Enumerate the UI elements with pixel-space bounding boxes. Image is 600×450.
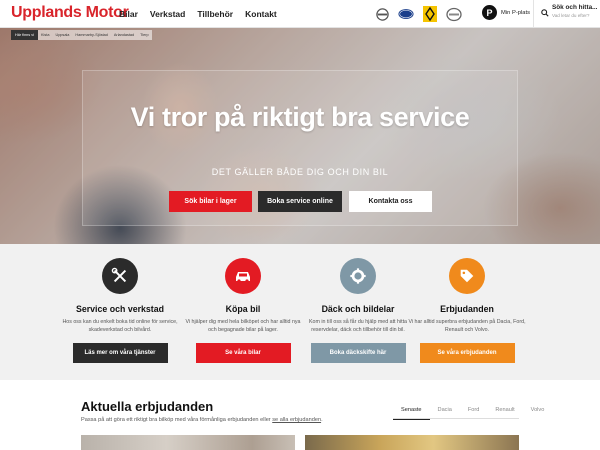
parking-label: Min P-plats: [501, 9, 530, 16]
hero-subtitle-wrap: DET GÄLLER BÅDE DIG OCH DIN BIL: [0, 162, 600, 180]
car-icon: [225, 258, 261, 294]
search-input[interactable]: Vad letar du efter?: [552, 13, 600, 18]
nav-item-verkstad[interactable]: Verkstad: [150, 9, 185, 19]
search-cars-button[interactable]: Sök bilar i lager: [169, 191, 252, 212]
read-services-button[interactable]: Läs mer om våra tjänster: [72, 343, 168, 363]
book-tire-change-button[interactable]: Boka däckskifte här: [310, 343, 406, 363]
price-tag-icon: [449, 258, 485, 294]
offer-image[interactable]: [81, 435, 295, 450]
services-section: Service och verkstad Hos oss kan du enke…: [0, 244, 600, 380]
renault-logo-icon[interactable]: [422, 6, 438, 22]
nav-item-tillbehor[interactable]: Tillbehör: [197, 9, 233, 19]
search-box[interactable]: Sök och hitta... Vad letar du efter?: [533, 0, 600, 28]
main-nav: Bilar Verkstad Tillbehör Kontakt: [119, 9, 289, 19]
offers-title: Aktuella erbjudanden: [81, 399, 214, 414]
location-bar: Här finns vi Kista Uppsala Hammarby-Sjös…: [11, 30, 152, 40]
location-hammarby[interactable]: Hammarby-Sjöstad: [72, 33, 111, 37]
offer-image[interactable]: [305, 435, 519, 450]
offer-tabs: Senaste Dacia Ford Renault Volvo: [393, 405, 552, 420]
tab-dacia[interactable]: Dacia: [430, 405, 460, 420]
nav-item-bilar[interactable]: Bilar: [119, 9, 138, 19]
nav-item-kontakt[interactable]: Kontakt: [245, 9, 277, 19]
service-desc: Hos oss kan du enkelt boka tid online fö…: [62, 319, 178, 333]
parking-icon: P: [482, 5, 497, 20]
tab-volvo[interactable]: Volvo: [523, 405, 553, 420]
site-logo[interactable]: Upplands Motor: [11, 4, 129, 22]
volvo-logo-icon[interactable]: [374, 6, 390, 22]
search-icon: [541, 4, 549, 22]
service-desc: Vi hjälper dig med hela bilköpet och har…: [185, 319, 301, 333]
tab-ford[interactable]: Ford: [460, 405, 488, 420]
location-kista[interactable]: Kista: [38, 33, 52, 37]
hero-banner: Här finns vi Kista Uppsala Hammarby-Sjös…: [0, 28, 600, 244]
service-card-erbjudanden: Erbjudanden Vi har alltid superbra erbju…: [397, 244, 537, 363]
brand-logos: [374, 6, 462, 22]
my-parking-link[interactable]: P Min P-plats: [482, 5, 530, 20]
location-arlandastad[interactable]: Arlandastad: [111, 33, 137, 37]
offers-desc-text: Passa på att göra ett riktigt bra bilköp…: [81, 417, 271, 423]
search-title: Sök och hitta...: [552, 4, 598, 11]
dacia-logo-icon[interactable]: [446, 6, 462, 22]
offers-section: Aktuella erbjudanden Passa på att göra e…: [0, 380, 600, 450]
wrench-screwdriver-icon: [102, 258, 138, 294]
ford-logo-icon[interactable]: [398, 6, 414, 22]
tab-senaste[interactable]: Senaste: [393, 405, 430, 420]
tab-renault[interactable]: Renault: [487, 405, 522, 420]
see-all-offers-link[interactable]: se alla erbjudanden: [272, 417, 321, 423]
service-card-verkstad: Service och verkstad Hos oss kan du enke…: [50, 244, 190, 363]
service-title: Service och verkstad: [75, 304, 165, 314]
location-uppsala[interactable]: Uppsala: [52, 33, 72, 37]
service-desc: Vi har alltid superbra erbjudanden på Da…: [408, 319, 526, 333]
location-label: Här finns vi: [11, 30, 38, 40]
location-tierp[interactable]: Tierp: [137, 33, 152, 37]
contact-us-button[interactable]: Kontakta oss: [349, 191, 432, 212]
hero-title: Vi tror på riktigt bra service: [130, 102, 470, 132]
service-title: Erbjudanden: [440, 304, 494, 314]
book-service-button[interactable]: Boka service online: [258, 191, 342, 212]
gear-icon: [340, 258, 376, 294]
see-offers-button[interactable]: Se våra erbjudanden: [419, 343, 515, 363]
offers-desc: Passa på att göra ett riktigt bra bilköp…: [81, 417, 323, 423]
see-cars-button[interactable]: Se våra bilar: [195, 343, 291, 363]
site-header: Upplands Motor Bilar Verkstad Tillbehör …: [0, 0, 600, 28]
hero-subtitle: DET GÄLLER BÅDE DIG OCH DIN BIL: [211, 167, 389, 177]
